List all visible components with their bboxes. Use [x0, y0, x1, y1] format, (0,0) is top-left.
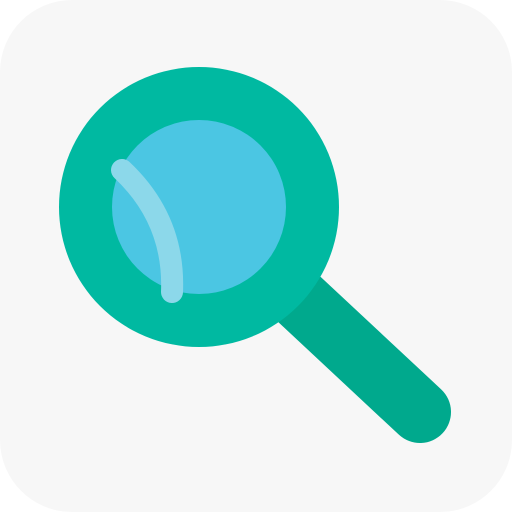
search-icon-graphic [0, 0, 512, 512]
magnifier-lens [112, 120, 286, 294]
app-icon[interactable] [0, 0, 512, 512]
